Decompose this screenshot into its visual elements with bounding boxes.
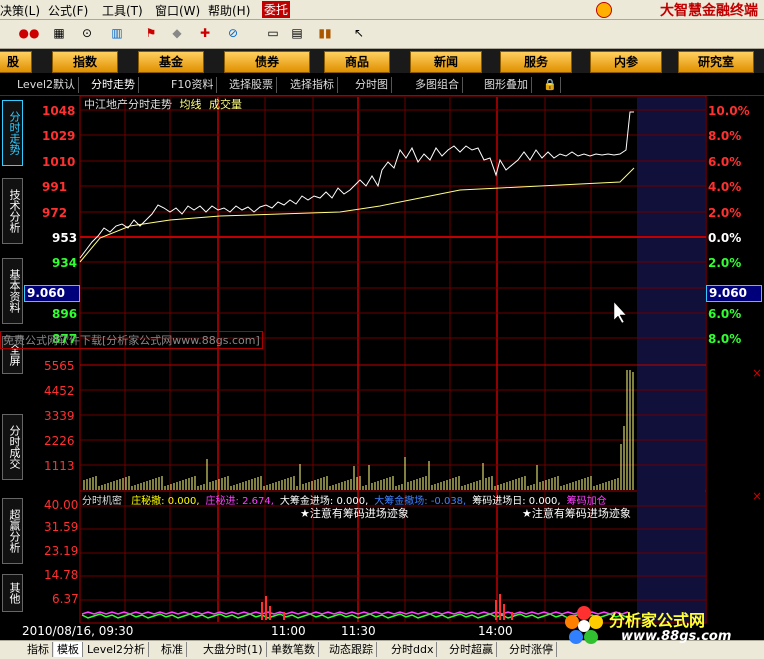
average-price-line bbox=[79, 167, 635, 263]
price-label-up: 991 bbox=[42, 180, 68, 194]
chart-frame bbox=[79, 95, 707, 492]
pct-label-down: 6.0% bbox=[708, 307, 742, 321]
bottom-tab-indicator[interactable]: 指标 bbox=[24, 642, 53, 657]
logo-title: 分析家公式网 bbox=[609, 611, 706, 630]
volume-axis-label: 2226 bbox=[44, 434, 75, 448]
logo-url: www.88gs.com bbox=[621, 629, 732, 644]
time-label-1400: 14:00 bbox=[478, 624, 513, 638]
bottom-tab-orders[interactable]: 单数笔数 bbox=[268, 642, 319, 657]
indicator-note-1: ★注意有筹码进场迹象 bbox=[300, 507, 409, 520]
volume-axis-label: 3339 bbox=[44, 409, 75, 423]
pct-label-down: 2.0% bbox=[708, 256, 742, 270]
watermark-text: 免费公式网软件下载[分析家公式网www.88gs.com] bbox=[0, 331, 263, 349]
price-label-up: 1010 bbox=[42, 155, 76, 169]
indicator-green-line bbox=[81, 613, 629, 619]
chart-header: 中江地产分时走势 均线 成交量 bbox=[84, 96, 242, 112]
bottom-tab-limit-up[interactable]: 分时涨停 bbox=[506, 642, 557, 657]
indicator-title: 分时机密 bbox=[82, 496, 122, 507]
indicator-axis-label: 6.37 bbox=[52, 592, 79, 606]
current-price-right: 9.060 bbox=[706, 285, 762, 302]
volume-axis-label: 5565 bbox=[44, 359, 75, 373]
indicator-item: 庄秘撤: 0.000, bbox=[131, 496, 200, 507]
time-label-1100: 11:00 bbox=[271, 624, 306, 638]
horizontal-grid bbox=[80, 109, 706, 601]
indicator-axis-label: 14.78 bbox=[44, 568, 79, 582]
pct-label-up: 2.0% bbox=[708, 206, 742, 220]
site-logo: 分析家公式网 www.88gs.com bbox=[561, 603, 756, 653]
pct-label-up: 10.0% bbox=[708, 104, 750, 118]
price-label-down: 934 bbox=[52, 256, 78, 270]
after-hours-region bbox=[637, 97, 705, 622]
pct-label-base: 0.0% bbox=[708, 231, 742, 245]
price-label-up: 1029 bbox=[42, 129, 76, 143]
indicator-magenta-line bbox=[81, 611, 629, 615]
bottom-tab-market-intraday[interactable]: 大盘分时(1) bbox=[200, 642, 267, 657]
indicator-axis-label: 40.00 bbox=[44, 498, 79, 512]
bottom-tab-template[interactable]: 模板 bbox=[54, 642, 83, 657]
pct-label-up: 6.0% bbox=[708, 155, 742, 169]
bottom-tab-superwin[interactable]: 分时超赢 bbox=[446, 642, 497, 657]
pct-label-up: 8.0% bbox=[708, 129, 742, 143]
bottom-tab-tracking[interactable]: 动态跟踪 bbox=[326, 642, 377, 657]
price-label-down: 896 bbox=[52, 307, 78, 321]
stock-title: 中江地产分时走势 bbox=[84, 98, 172, 111]
pct-label-up: 4.0% bbox=[708, 180, 742, 194]
indicator-note-2: ★注意有筹码进场迹象 bbox=[522, 507, 631, 520]
indicator-axis-label: 23.19 bbox=[44, 544, 79, 558]
bottom-tab-standard[interactable]: 标准 bbox=[158, 642, 187, 657]
volume-label: 成交量 bbox=[209, 98, 242, 111]
price-label-up: 972 bbox=[42, 206, 68, 220]
indicator-axis-label: 31.59 bbox=[44, 520, 79, 534]
volume-axis-label: 4452 bbox=[44, 384, 75, 398]
indicator-item: 庄秘进: 2.674, bbox=[205, 496, 274, 507]
bottom-tab-ddx[interactable]: 分时ddx bbox=[388, 642, 438, 657]
price-label-base: 953 bbox=[52, 231, 78, 245]
volume-axis-label: 1113 bbox=[44, 459, 75, 473]
price-label-up: 1048 bbox=[42, 104, 76, 118]
bottom-tab-level2[interactable]: Level2分析 bbox=[84, 642, 150, 657]
time-label-1130: 11:30 bbox=[341, 624, 376, 638]
current-price-left: 9.060 bbox=[24, 285, 80, 302]
avg-line-label: 均线 bbox=[179, 98, 202, 111]
start-datetime: 2010/08/16, 09:30 bbox=[22, 624, 134, 638]
close-indicator-icon[interactable]: × bbox=[752, 489, 762, 503]
flower-logo-icon bbox=[565, 606, 603, 644]
pct-label-down: 8.0% bbox=[708, 332, 742, 346]
close-panel-icon[interactable]: × bbox=[752, 366, 762, 380]
vertical-grid bbox=[124, 97, 592, 622]
